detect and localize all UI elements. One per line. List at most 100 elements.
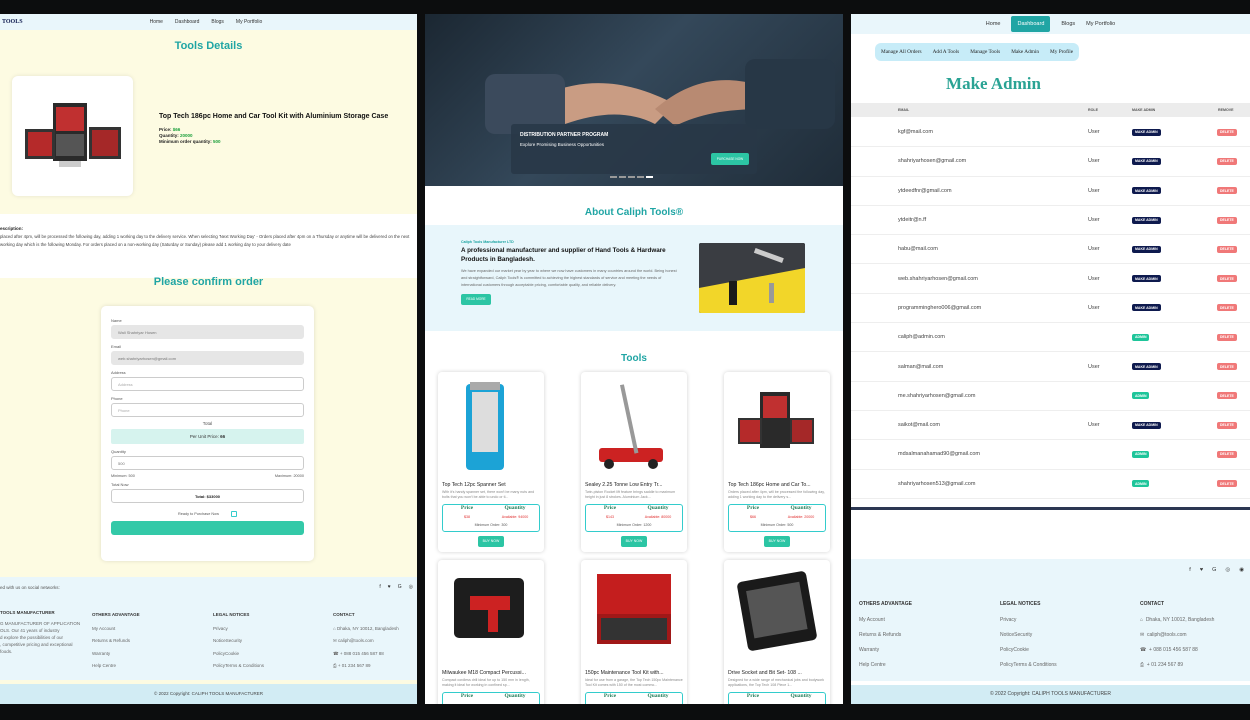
user-email: web.shahriyarhosen@gmail.com (898, 275, 978, 282)
make-admin-button[interactable]: MAKE ADMIN (1132, 157, 1161, 165)
delete-button[interactable]: DELETE (1217, 216, 1237, 224)
carousel-indicators[interactable] (610, 176, 653, 178)
twitter-icon[interactable]: ♥ (388, 584, 391, 590)
tab-make-admin[interactable]: Make Admin (1011, 49, 1039, 55)
delete-button[interactable]: DELETE (1217, 363, 1237, 371)
github-icon[interactable]: ◉ (1239, 567, 1244, 573)
delete-button[interactable]: DELETE (1217, 333, 1237, 341)
footer-link[interactable]: Help Centre (859, 658, 912, 673)
order-form: Name Wali Shahriyar Hosen Email web.shah… (101, 306, 314, 561)
footer-link[interactable]: Warranty (92, 648, 140, 661)
quantity-input[interactable]: 500 (111, 456, 304, 470)
nav-portfolio[interactable]: My Portfolio (1086, 21, 1115, 27)
nav-blogs[interactable]: Blogs (211, 19, 224, 25)
google-icon[interactable]: G (398, 584, 402, 590)
total-now-label: Total Now (111, 482, 129, 487)
table-row: mdsalmanahamad90@gmail.com ADMIN DELETE (851, 440, 1250, 470)
email-field[interactable]: web.shahriyarhosen@gmail.com (111, 351, 304, 365)
about-body: We have expanded our market year by year… (461, 269, 677, 287)
footer-link[interactable]: PolicyCookie (1000, 643, 1057, 658)
tab-my-profile[interactable]: My Profile (1050, 49, 1073, 55)
make-admin-button[interactable]: MAKE ADMIN (1132, 421, 1161, 429)
delete-button[interactable]: DELETE (1217, 450, 1237, 458)
nav-dashboard[interactable]: Dashboard (175, 19, 199, 25)
tool-description: Twin-piston Rocket lift feature brings s… (585, 490, 676, 499)
tool-image (438, 560, 544, 668)
footer-link[interactable]: PolicyCookie (213, 648, 264, 661)
delete-button[interactable]: DELETE (1217, 275, 1237, 283)
quantity-heading: Quantity (647, 505, 669, 511)
buy-now-button[interactable]: BUY NOW (478, 536, 504, 547)
make-admin-button[interactable]: MAKE ADMIN (1132, 275, 1161, 283)
user-email: programminghero006@gmail.com (898, 304, 982, 311)
phone-input[interactable]: Phone (111, 403, 304, 417)
facebook-icon[interactable]: f (1189, 567, 1191, 573)
brand-logo[interactable]: TOOLS (2, 19, 23, 25)
delete-button[interactable]: DELETE (1217, 245, 1237, 253)
facebook-icon[interactable]: f (379, 584, 380, 590)
footer-link[interactable]: NoticeSecurity (1000, 628, 1057, 643)
toolkit-image (24, 103, 121, 167)
footer-link[interactable]: My Account (92, 623, 140, 636)
make-admin-button[interactable]: MAKE ADMIN (1132, 304, 1161, 312)
purchase-button[interactable] (111, 521, 304, 535)
instagram-icon[interactable]: ◎ (409, 584, 413, 590)
footer-link[interactable]: PolicyTerms & Conditions (213, 660, 264, 673)
footer-link[interactable]: PolicyTerms & Conditions (1000, 658, 1057, 673)
confirm-order-title: Please confirm order (153, 276, 264, 288)
nav-dashboard[interactable]: Dashboard (1011, 16, 1051, 32)
delete-button[interactable]: DELETE (1217, 480, 1237, 488)
footer-link[interactable]: Help Centre (92, 660, 140, 673)
purchase-now-button[interactable]: PURCHASE NOW (711, 153, 749, 165)
quantity-label: Quantity (111, 449, 126, 454)
col-email: EMAIL (898, 108, 910, 112)
make-admin-button[interactable]: MAKE ADMIN (1132, 216, 1161, 224)
ready-checkbox[interactable] (230, 511, 237, 517)
tab-add-tools[interactable]: Add A Tools (933, 49, 960, 55)
name-field[interactable]: Wali Shahriyar Hosen (111, 325, 304, 339)
footer-link[interactable]: Warranty (859, 643, 912, 658)
social-text: ed with us on social networks: (0, 584, 60, 590)
delete-button[interactable]: DELETE (1217, 187, 1237, 195)
quantity-label: Quantity: (159, 133, 179, 138)
delete-button[interactable]: DELETE (1217, 128, 1237, 136)
delete-button[interactable]: DELETE (1217, 304, 1237, 312)
tab-manage-orders[interactable]: Manage All Orders (881, 49, 922, 55)
instagram-icon[interactable]: ◎ (1225, 567, 1230, 573)
nav-home[interactable]: Home (150, 19, 163, 25)
google-icon[interactable]: G (1212, 567, 1216, 573)
nav-home[interactable]: Home (986, 21, 1001, 27)
delete-button[interactable]: DELETE (1217, 157, 1237, 165)
social-bar: ed with us on social networks: f ♥ G ◎ (0, 577, 417, 597)
footer-link[interactable]: Returns & Refunds (859, 628, 912, 643)
nav-portfolio[interactable]: My Portfolio (236, 19, 262, 25)
make-admin-button[interactable]: MAKE ADMIN (1132, 245, 1161, 253)
footer-col-advantage: OTHERS ADVANTAGE My Account Returns & Re… (859, 597, 912, 673)
home-icon: ⌂ (333, 625, 336, 631)
address-input[interactable]: Address (111, 377, 304, 391)
make-admin-button[interactable]: MAKE ADMIN (1132, 128, 1161, 136)
footer-link[interactable]: Returns & Refunds (92, 635, 140, 648)
price-quantity-box: Price Quantity $38 Available: 94000 Minimum … (442, 504, 540, 532)
make-admin-button[interactable]: MAKE ADMIN (1132, 363, 1161, 371)
hero-carousel: DISTRIBUTION PARTNER PROGRAM Explore Pro… (425, 14, 843, 186)
delete-button[interactable]: DELETE (1217, 392, 1237, 400)
quantity-heading: Quantity (647, 693, 669, 699)
footer-link[interactable]: Privacy (213, 623, 264, 636)
footer-link[interactable]: NoticeSecurity (213, 635, 264, 648)
twitter-icon[interactable]: ♥ (1200, 567, 1203, 573)
price-quantity-box: Price Quantity $143 Available: 80000 Minimum… (585, 504, 683, 532)
read-more-button[interactable]: READ MORE (461, 294, 491, 305)
table-row: shahriyarhosen@gmail.com User MAKE ADMIN DE… (851, 147, 1250, 177)
social-bar: f ♥ G ◎ ◉ (851, 559, 1250, 581)
tab-manage-tools[interactable]: Manage Tools (970, 49, 1000, 55)
nav-blogs[interactable]: Blogs (1061, 21, 1075, 27)
footer-link[interactable]: My Account (859, 613, 912, 628)
footer-contact-heading: CONTACT (333, 612, 355, 617)
tool-card: Milwaukee M18 Compact Percussi... Compact… (438, 560, 544, 704)
buy-now-button[interactable]: BUY NOW (621, 536, 647, 547)
buy-now-button[interactable]: BUY NOW (764, 536, 790, 547)
delete-button[interactable]: DELETE (1217, 421, 1237, 429)
make-admin-button[interactable]: MAKE ADMIN (1132, 187, 1161, 195)
footer-link[interactable]: Privacy (1000, 613, 1057, 628)
